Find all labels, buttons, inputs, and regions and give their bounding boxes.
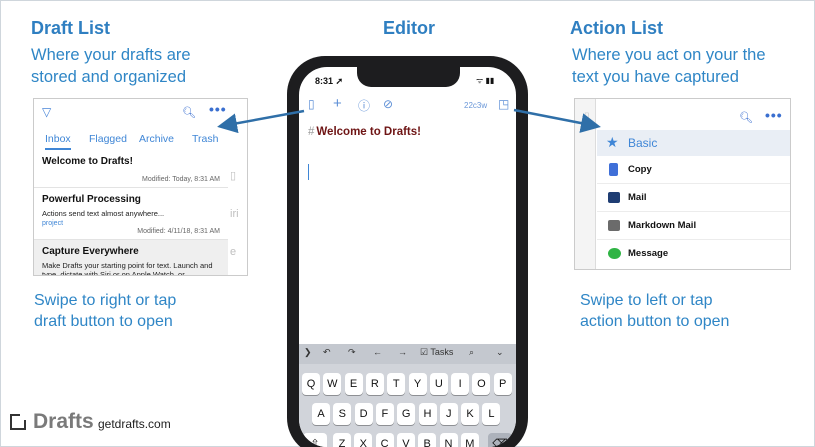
arrow-to-action-list [513,108,601,133]
brand-name: Drafts [33,410,94,433]
drafts-logo-icon [10,412,28,430]
arrow-to-draft-list [217,109,305,134]
brand-url[interactable]: getdrafts.com [98,417,171,431]
callout-arrows [217,108,601,134]
